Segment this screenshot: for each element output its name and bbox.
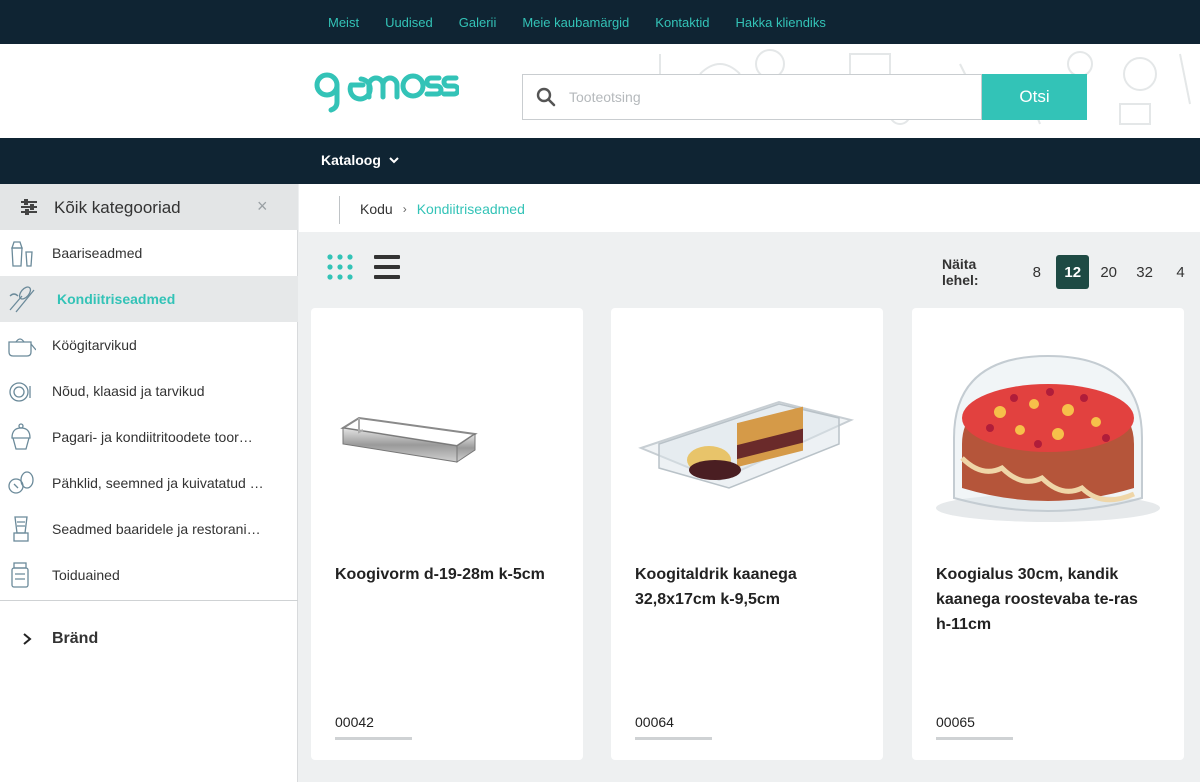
product-code: 00042 xyxy=(335,714,374,730)
sidebar-item-toiduained[interactable]: Toiduained xyxy=(0,552,298,598)
sidebar-item-koogitarvikud[interactable]: Köögitarvikud xyxy=(0,322,298,368)
sidebar-item-label: Kondiitriseadmed xyxy=(57,291,176,307)
sidebar-item-label: Pagari- ja kondiitritoodete toor… xyxy=(52,429,253,445)
cake-stand-image xyxy=(936,354,1160,522)
breadcrumb-bar: Kodu › Kondiitriseadmed xyxy=(299,184,1200,232)
nuts-icon xyxy=(8,471,34,494)
product-code-underline xyxy=(335,737,412,740)
product-code-underline xyxy=(635,737,712,740)
product-name[interactable]: Koogitaldrik kaanega 32,8x17cm k-9,5cm xyxy=(635,562,845,612)
per-page-option-20[interactable]: 20 xyxy=(1092,255,1125,289)
chevron-down-icon xyxy=(389,157,399,164)
sidebar-item-noud-klaasid[interactable]: Nõud, klaasid ja tarvikud xyxy=(0,368,298,414)
pot-icon xyxy=(8,338,36,357)
cake-ring-image xyxy=(340,416,478,463)
sidebar-item-label: Nõud, klaasid ja tarvikud xyxy=(52,383,205,399)
sidebar-item-baariseadmed[interactable]: Baariseadmed xyxy=(0,230,298,276)
sidebar-item-label: Baariseadmed xyxy=(52,245,143,261)
product-name[interactable]: Koogialus 30cm, kandik kaanega roostevab… xyxy=(936,562,1146,637)
search-box xyxy=(522,74,982,120)
sidebar-item-pahklid-seemned[interactable]: Pähklid, seemned ja kuivatatud … xyxy=(0,460,298,506)
breadcrumb-current: Kondiitriseadmed xyxy=(416,201,525,217)
nav-link-galerii[interactable]: Galerii xyxy=(459,15,497,30)
plate-icon xyxy=(9,382,31,402)
breadcrumb-separator: › xyxy=(402,202,407,216)
qemoss-logo[interactable] xyxy=(313,70,459,114)
chevron-right-icon xyxy=(23,633,32,645)
breadcrumb-divider xyxy=(339,196,340,224)
search-input[interactable] xyxy=(569,89,949,105)
product-code: 00065 xyxy=(936,714,975,730)
per-page-option-12[interactable]: 12 xyxy=(1056,255,1090,289)
nav-link-uudised[interactable]: Uudised xyxy=(385,15,433,30)
per-page-option-32[interactable]: 32 xyxy=(1128,255,1161,289)
blender-icon xyxy=(13,516,29,542)
whisk-icon xyxy=(9,286,35,313)
sidebar-item-kondiitriseadmed[interactable]: Kondiitriseadmed xyxy=(0,276,298,322)
category-sidebar: Kõik kategooriad × Baariseadmed Kondiitr… xyxy=(0,184,298,782)
product-card[interactable]: Koogitaldrik kaanega 32,8x17cm k-9,5cm 0… xyxy=(611,308,883,760)
search-icon xyxy=(523,74,569,120)
jar-icon xyxy=(11,562,29,588)
per-page-selector: Näita lehel: 8 12 20 32 4 xyxy=(942,255,1200,289)
nav-link-kontaktid[interactable]: Kontaktid xyxy=(655,15,709,30)
shaker-icon xyxy=(11,241,33,267)
product-card[interactable]: Koogialus 30cm, kandik kaanega roostevab… xyxy=(912,308,1184,760)
nav-link-hakka-kliendiks[interactable]: Hakka kliendiks xyxy=(736,15,826,30)
search-button[interactable]: Otsi xyxy=(982,74,1087,120)
sidebar-item-label: Seadmed baaridele ja restorani… xyxy=(52,521,261,537)
brand-label: Bränd xyxy=(52,630,99,647)
close-icon[interactable]: × xyxy=(257,196,268,217)
catalog-menu-button[interactable]: Kataloog xyxy=(321,152,399,168)
cake-dish-image xyxy=(638,400,855,489)
sidebar-divider xyxy=(0,600,298,601)
grid-view-icon[interactable] xyxy=(327,254,353,280)
sidebar-item-pagari-kondiitritoodete[interactable]: Pagari- ja kondiitritoodete toor… xyxy=(0,414,298,460)
sidebar-brand-filter[interactable]: Bränd xyxy=(0,620,298,660)
filter-sliders-icon xyxy=(21,199,37,215)
product-card[interactable]: Koogivorm d-19-28m k-5cm 00042 xyxy=(311,308,583,760)
sidebar-header: Kõik kategooriad × xyxy=(0,184,298,230)
top-nav: Meist Uudised Galerii Meie kaubamärgid K… xyxy=(328,0,826,44)
per-page-option-48[interactable]: 4 xyxy=(1164,255,1197,289)
top-bar: Meist Uudised Galerii Meie kaubamärgid K… xyxy=(0,0,1200,44)
product-code: 00064 xyxy=(635,714,674,730)
breadcrumb-home[interactable]: Kodu xyxy=(360,201,393,217)
nav-link-kaubamargid[interactable]: Meie kaubamärgid xyxy=(522,15,629,30)
sidebar-item-seadmed-baaridele[interactable]: Seadmed baaridele ja restorani… xyxy=(0,506,298,552)
sidebar-item-label: Köögitarvikud xyxy=(52,337,137,353)
sidebar-title: Kõik kategooriad xyxy=(54,198,181,217)
nav-link-meist[interactable]: Meist xyxy=(328,15,359,30)
catalog-bar xyxy=(0,138,1200,184)
sidebar-item-label: Toiduained xyxy=(52,567,120,583)
breadcrumb: Kodu › Kondiitriseadmed xyxy=(360,201,525,217)
per-page-label: Näita lehel: xyxy=(942,256,979,288)
per-page-option-8[interactable]: 8 xyxy=(1020,255,1053,289)
list-view-icon[interactable] xyxy=(374,254,400,280)
catalog-label: Kataloog xyxy=(321,152,381,168)
product-code-underline xyxy=(936,737,1013,740)
product-name[interactable]: Koogivorm d-19-28m k-5cm xyxy=(335,562,545,587)
sidebar-item-label: Pähklid, seemned ja kuivatatud … xyxy=(52,475,264,491)
cupcake-icon xyxy=(11,423,31,450)
